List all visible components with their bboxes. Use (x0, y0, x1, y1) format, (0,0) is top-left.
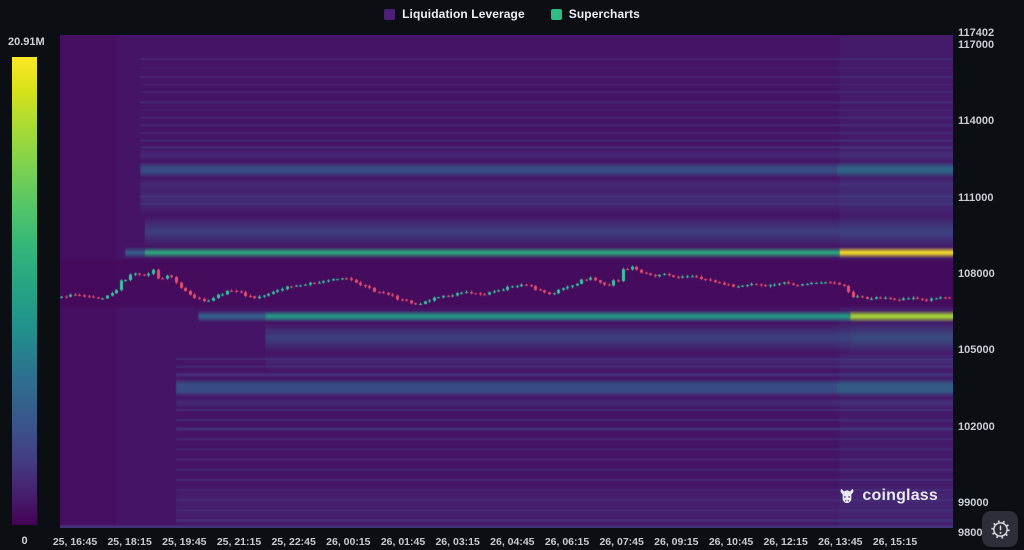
legend-label: Liquidation Leverage (402, 7, 525, 21)
time-tick: 26, 12:15 (763, 536, 807, 548)
time-tick: 26, 00:15 (326, 536, 370, 548)
time-tick: 25, 22:45 (271, 536, 315, 548)
colorbar-min-label: 0 (12, 535, 37, 547)
colorbar-max-label: 20.91M (8, 36, 45, 48)
price-tick: 102000 (958, 421, 995, 433)
price-tick: 105000 (958, 344, 995, 356)
legend-swatch-liquidation-leverage (384, 9, 395, 20)
settings-button[interactable] (982, 511, 1018, 547)
legend-item-liquidation-leverage[interactable]: Liquidation Leverage (384, 7, 525, 21)
price-tick: 108000 (958, 268, 995, 280)
time-tick: 25, 16:45 (53, 536, 97, 548)
price-tick: 117402 (958, 27, 994, 39)
time-tick: 26, 09:15 (654, 536, 698, 548)
legend-item-supercharts[interactable]: Supercharts (551, 7, 640, 21)
time-tick: 25, 18:15 (107, 536, 151, 548)
time-tick: 25, 19:45 (162, 536, 206, 548)
gear-alert-icon (990, 519, 1011, 540)
liquidation-heatmap-canvas[interactable] (60, 35, 953, 528)
time-tick: 26, 15:15 (873, 536, 917, 548)
time-tick: 26, 07:45 (599, 536, 643, 548)
time-tick: 26, 13:45 (818, 536, 862, 548)
time-tick: 26, 01:45 (381, 536, 425, 548)
price-tick: 99000 (958, 497, 989, 509)
time-tick: 26, 03:15 (435, 536, 479, 548)
liquidation-color-scale (12, 57, 37, 525)
legend-label: Supercharts (569, 7, 640, 21)
time-tick: 25, 21:15 (217, 536, 261, 548)
price-tick: 111000 (958, 192, 994, 204)
legend-swatch-supercharts (551, 9, 562, 20)
price-tick: 117000 (958, 39, 994, 51)
time-tick: 26, 04:45 (490, 536, 534, 548)
chart-legend: Liquidation Leverage Supercharts (0, 0, 1024, 28)
time-tick: 26, 06:15 (545, 536, 589, 548)
time-tick: 26, 10:45 (709, 536, 753, 548)
price-tick: 114000 (958, 115, 994, 127)
